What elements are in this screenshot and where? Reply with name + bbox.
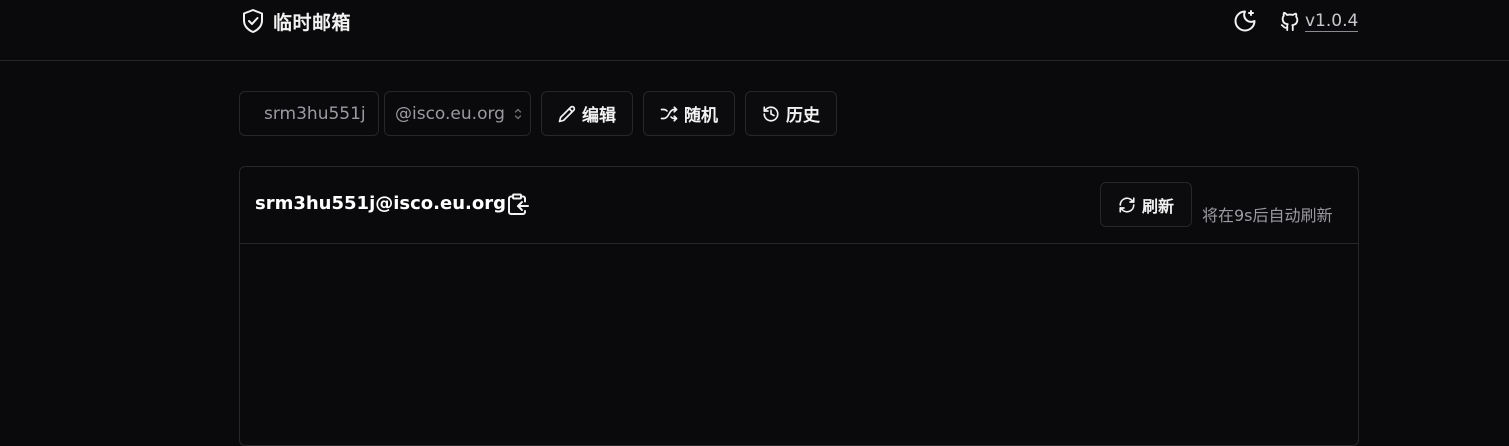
history-button[interactable]: 历史 bbox=[745, 91, 837, 136]
domain-select-value: @isco.eu.org bbox=[395, 103, 505, 124]
auto-refresh-status: 将在9s后自动刷新 bbox=[1202, 206, 1333, 225]
mailbox-panel: srm3hu551j@isco.eu.org 刷新 将在9s后自动刷新 bbox=[239, 166, 1359, 446]
edit-button-label: 编辑 bbox=[582, 106, 616, 126]
pencil-icon bbox=[558, 105, 576, 123]
chevron-up-down-icon bbox=[514, 106, 522, 122]
version-link[interactable]: v1.0.4 bbox=[1305, 11, 1359, 32]
address-toolbar: srm3hu551j @isco.eu.org 编辑 随机 历史 bbox=[239, 91, 837, 136]
refresh-button-label: 刷新 bbox=[1141, 196, 1174, 216]
history-icon bbox=[762, 105, 780, 123]
shield-check-icon bbox=[241, 8, 265, 34]
header-actions: v1.0.4 bbox=[1232, 7, 1359, 35]
edit-button[interactable]: 编辑 bbox=[541, 91, 633, 136]
theme-toggle-button[interactable] bbox=[1232, 8, 1258, 34]
refresh-icon bbox=[1118, 196, 1136, 214]
github-icon bbox=[1279, 10, 1301, 32]
moon-icon bbox=[1232, 8, 1258, 34]
github-link[interactable] bbox=[1278, 9, 1302, 33]
mail-list bbox=[240, 244, 1358, 444]
brand[interactable]: 临时邮箱 bbox=[241, 8, 351, 34]
random-button-label: 随机 bbox=[684, 106, 718, 126]
shuffle-icon bbox=[660, 105, 678, 123]
mailbox-panel-header: srm3hu551j@isco.eu.org 刷新 将在9s后自动刷新 bbox=[240, 167, 1358, 244]
history-button-label: 历史 bbox=[786, 106, 820, 126]
domain-select[interactable]: @isco.eu.org bbox=[384, 91, 531, 136]
refresh-button[interactable]: 刷新 bbox=[1100, 182, 1192, 227]
copy-address-button[interactable] bbox=[506, 192, 530, 218]
email-address: srm3hu551j@isco.eu.org bbox=[255, 193, 506, 214]
app-title: 临时邮箱 bbox=[273, 11, 352, 34]
random-button[interactable]: 随机 bbox=[643, 91, 735, 136]
mailbox-name-input[interactable]: srm3hu551j bbox=[239, 91, 379, 136]
clipboard-copy-icon bbox=[507, 193, 529, 217]
app-header: 临时邮箱 v1.0.4 bbox=[0, 0, 1509, 61]
